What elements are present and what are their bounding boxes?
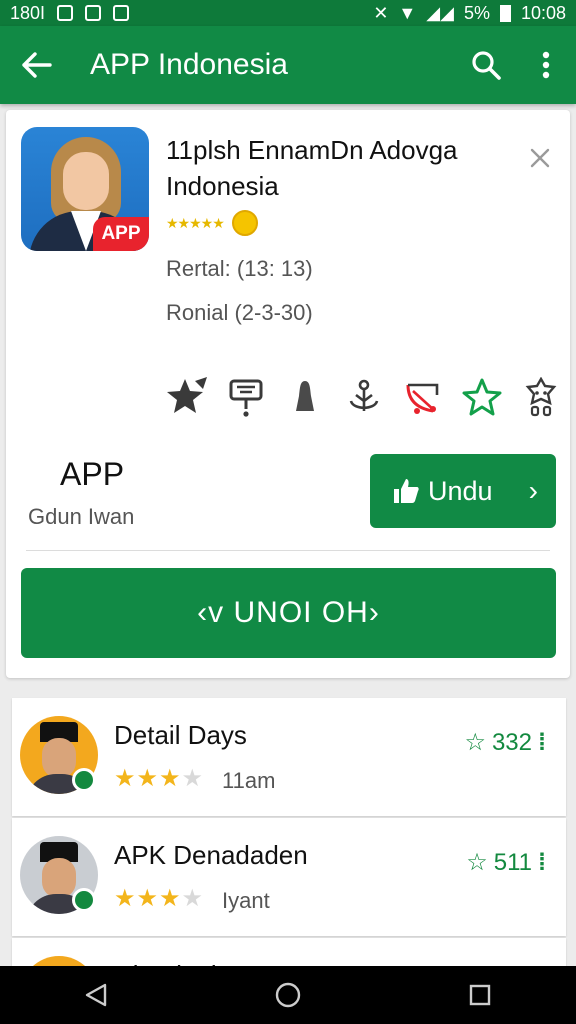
search-icon bbox=[472, 51, 501, 80]
status-left-text: 180I bbox=[10, 2, 46, 23]
battery-percent: 5% bbox=[463, 2, 490, 23]
app-name: 11plsh EnnamDn Adovga Indonesia bbox=[166, 135, 458, 201]
portrait-face bbox=[63, 152, 109, 210]
star-outline-icon: ☆ bbox=[466, 849, 488, 876]
score-value: 332 bbox=[491, 728, 532, 756]
meta-rental: Rertal: (13: 13) bbox=[166, 256, 313, 281]
rating-row: ★★★★★ bbox=[166, 210, 258, 236]
thumbs-up-icon bbox=[394, 479, 419, 503]
battery-icon bbox=[499, 4, 511, 22]
notification-icon bbox=[57, 5, 74, 21]
primary-action-button[interactable]: ‹v UNOI OH › bbox=[21, 568, 556, 658]
nav-back-button[interactable] bbox=[66, 966, 126, 1024]
feature-icons bbox=[164, 372, 564, 422]
score[interactable]: ☆ 332 ⁞ bbox=[464, 728, 548, 757]
triangle-back-icon bbox=[85, 983, 107, 1007]
robot-icon[interactable] bbox=[518, 374, 564, 420]
overflow-menu-button[interactable] bbox=[516, 26, 576, 104]
list-item-title: APK Denadaden bbox=[114, 840, 308, 870]
chevron-right-icon: › bbox=[528, 475, 538, 506]
app-icon[interactable]: APP bbox=[21, 127, 149, 251]
star-rating: ★★★★ bbox=[114, 765, 205, 792]
nav-recents-button[interactable] bbox=[450, 966, 510, 1024]
divider bbox=[26, 550, 550, 551]
more-icon: ⁞ bbox=[538, 728, 548, 756]
app-badge: APP bbox=[93, 217, 149, 251]
avatar-face bbox=[42, 858, 76, 898]
brand-title: APP bbox=[60, 456, 125, 492]
brand-subtitle: Gdun Iwan bbox=[28, 504, 135, 529]
list-item-subtitle: Iyant bbox=[222, 888, 270, 913]
undu-label: Undu bbox=[428, 475, 493, 506]
square-recents-icon bbox=[469, 984, 491, 1006]
list-item[interactable]: Detail Days ★★★★ 11am ☆ 332 ⁞ bbox=[12, 698, 566, 816]
status-bar: 180I ✕ ▼ ◢◢ 5% 10:08 bbox=[0, 0, 576, 26]
clock: 10:08 bbox=[520, 2, 566, 23]
chevron-right-icon: › bbox=[368, 596, 380, 629]
coin-icon bbox=[231, 210, 258, 236]
online-badge-icon bbox=[72, 768, 96, 792]
anchor-icon[interactable] bbox=[341, 374, 387, 420]
more-vert-icon bbox=[542, 51, 550, 79]
online-badge-icon bbox=[72, 888, 96, 912]
signal-icon: ◢◢ bbox=[426, 2, 454, 23]
ticket-icon[interactable] bbox=[223, 374, 269, 420]
nfc-icon: ✕ bbox=[373, 2, 389, 23]
star-burst-icon[interactable] bbox=[164, 374, 210, 420]
arrow-left-icon bbox=[22, 52, 52, 78]
back-button[interactable] bbox=[0, 26, 74, 104]
star-outline-icon[interactable] bbox=[459, 374, 505, 420]
undu-button[interactable]: Undu › bbox=[370, 454, 556, 528]
score-value: 511 bbox=[493, 848, 532, 876]
meta-ronial: Ronial (2-3-30) bbox=[166, 300, 313, 325]
chevron-left-icon: ‹v bbox=[197, 596, 234, 629]
bell-icon[interactable] bbox=[282, 374, 328, 420]
bow-arrow-icon[interactable] bbox=[400, 374, 446, 420]
list-item[interactable]: APK Denadaden ★★★★ Iyant ☆ 511 ⁞ bbox=[12, 818, 566, 936]
close-icon[interactable] bbox=[528, 146, 552, 170]
wifi-icon: ▼ bbox=[398, 2, 417, 23]
navigation-bar bbox=[0, 966, 576, 1024]
image-icon bbox=[113, 5, 130, 21]
list-item-subtitle: 11am bbox=[222, 768, 276, 793]
app-detail-card: APP 11plsh EnnamDn Adovga Indonesia ★★★★… bbox=[6, 110, 570, 678]
search-button[interactable] bbox=[456, 26, 516, 104]
mini-stars: ★★★★★ bbox=[166, 214, 225, 231]
star-outline-icon: ☆ bbox=[464, 729, 486, 756]
circle-home-icon bbox=[275, 982, 301, 1008]
photo-icon bbox=[85, 5, 102, 21]
avatar-face bbox=[42, 738, 76, 778]
primary-action-label: UNOI OH bbox=[233, 596, 369, 629]
star-rating: ★★★★ bbox=[114, 885, 205, 912]
more-icon: ⁞ bbox=[538, 848, 548, 876]
score[interactable]: ☆ 511 ⁞ bbox=[466, 848, 548, 877]
app-bar-title: APP Indonesia bbox=[90, 48, 288, 81]
app-bar: APP Indonesia bbox=[0, 26, 576, 104]
list-item-title: Detail Days bbox=[114, 720, 247, 750]
nav-home-button[interactable] bbox=[258, 966, 318, 1024]
